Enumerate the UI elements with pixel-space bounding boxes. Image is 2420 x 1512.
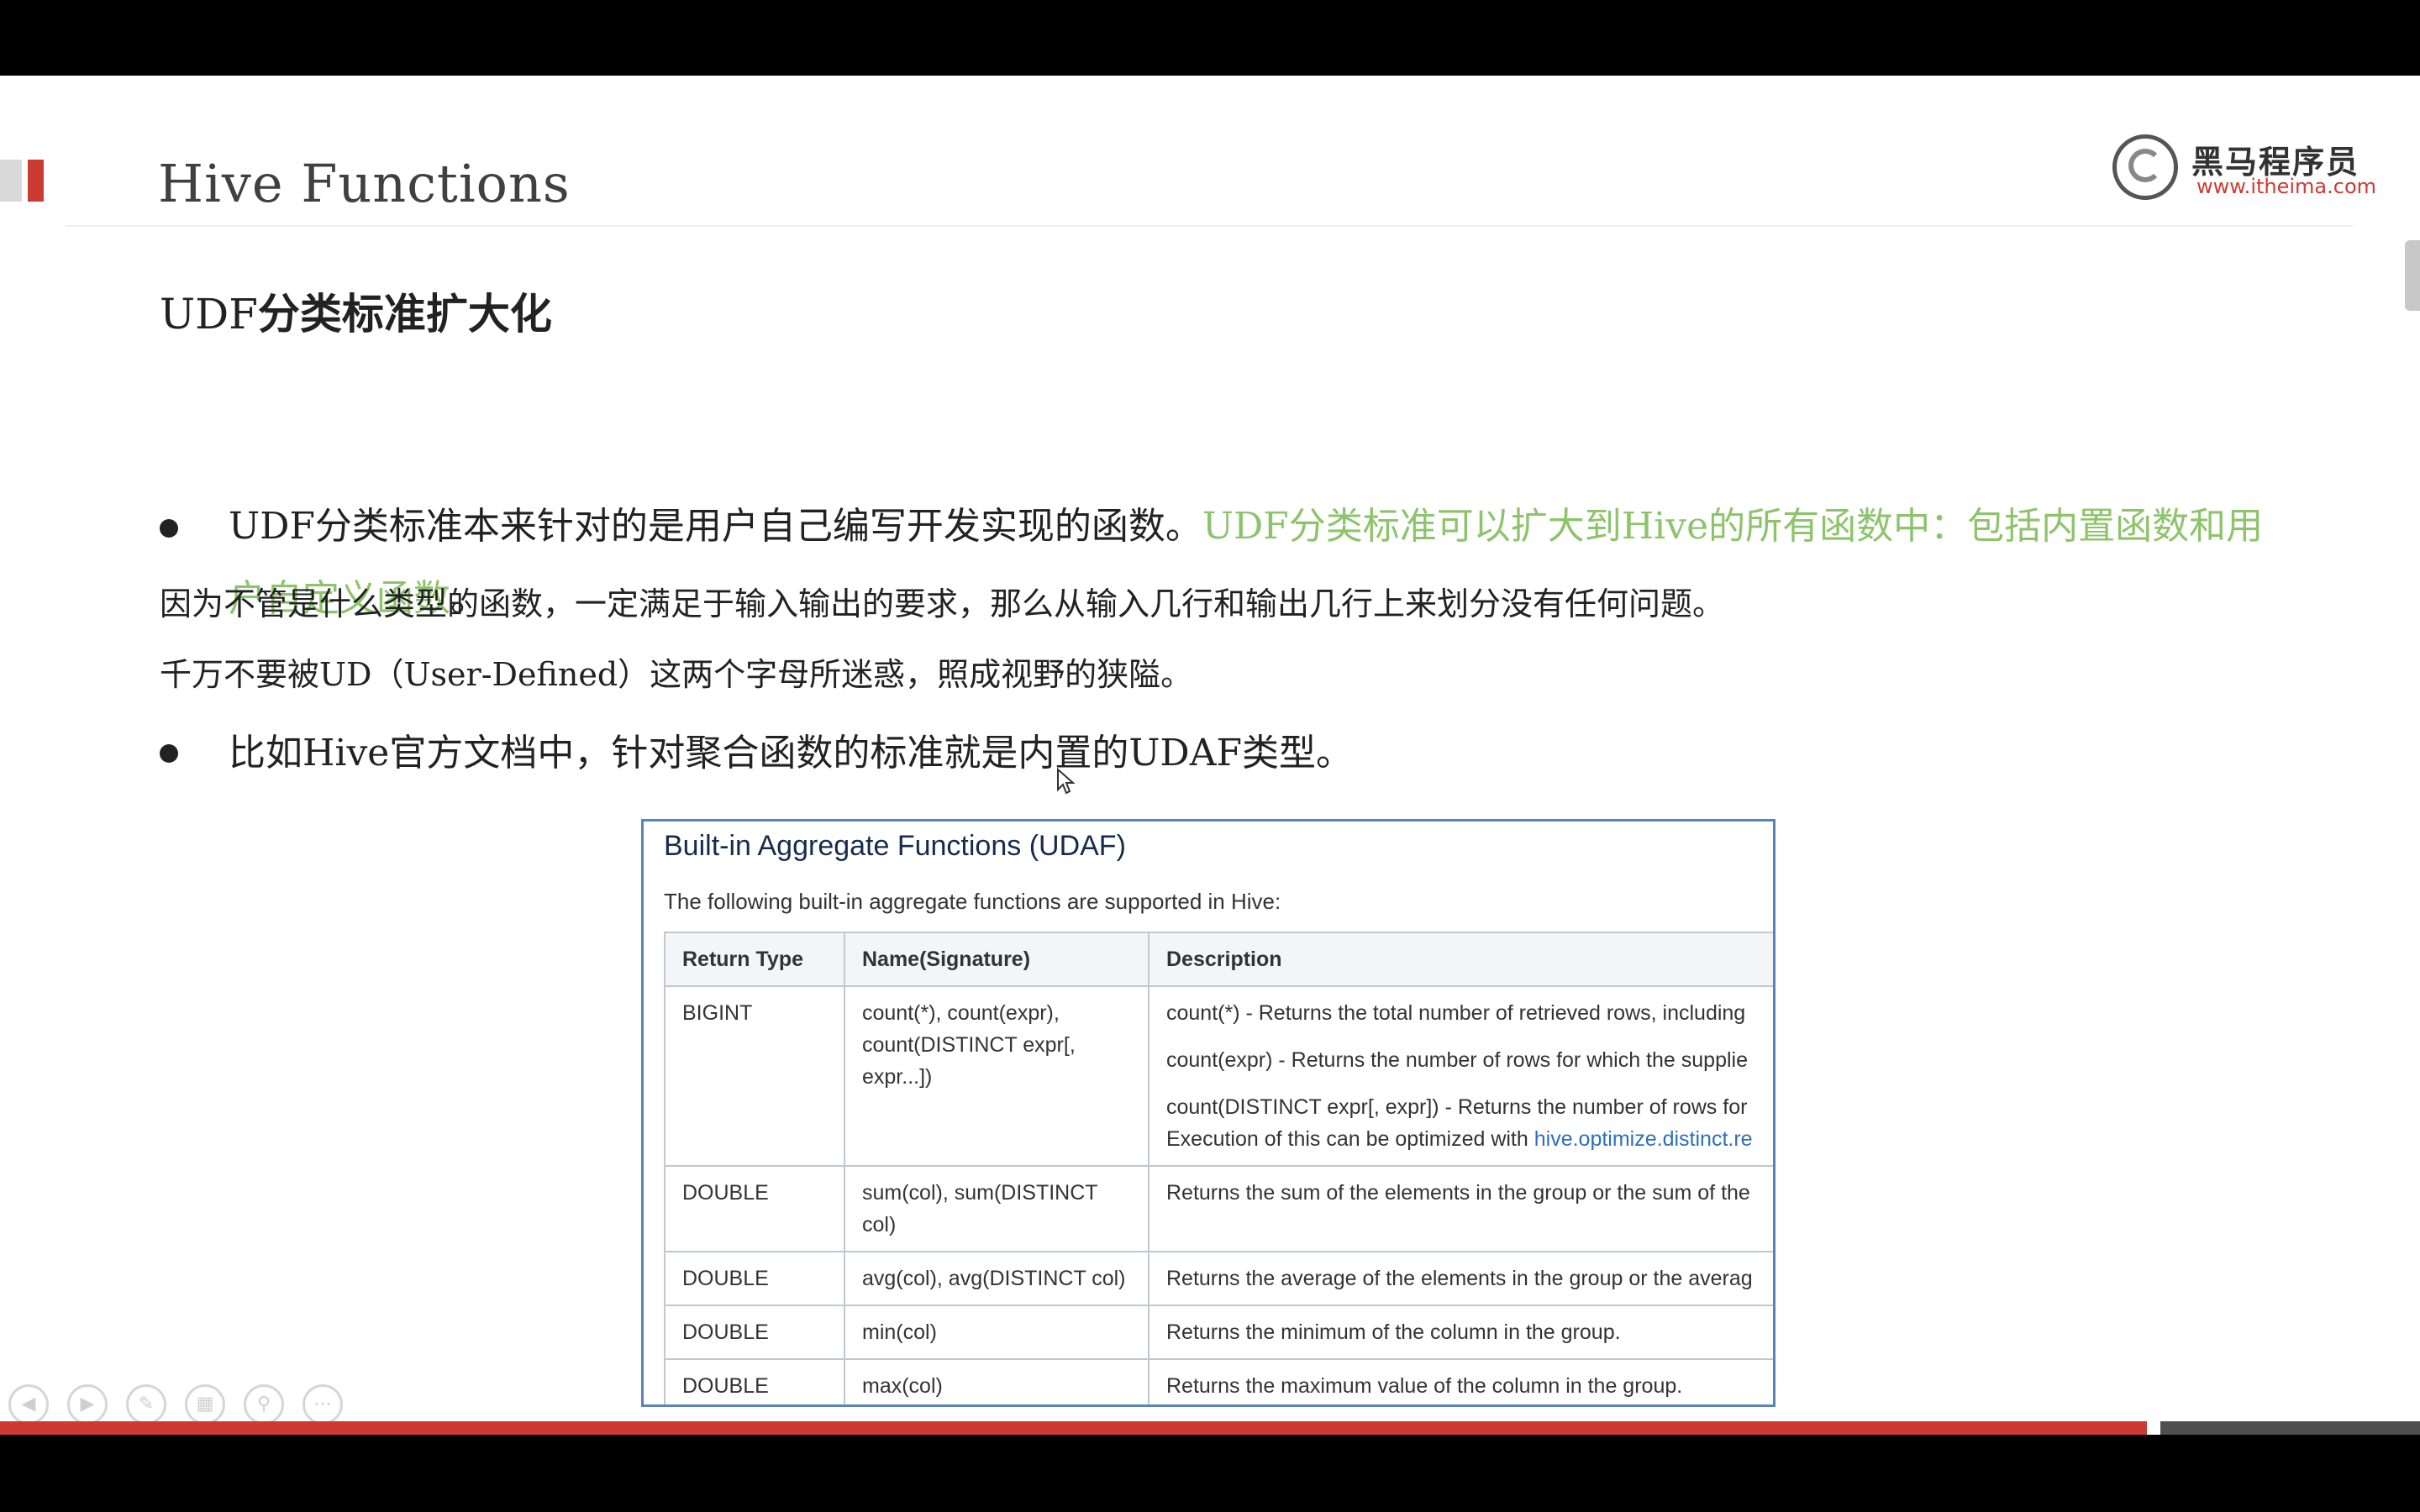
brand-logo: 黑马程序员 www.itheima.com (2107, 128, 2376, 205)
cell-return-type: DOUBLE (664, 1165, 845, 1252)
udaf-panel-title: Built-in Aggregate Functions (UDAF) (664, 830, 1126, 862)
table-row: BIGINT count(*), count(expr), count(DIST… (664, 985, 1773, 1167)
zoom-icon[interactable]: ⚲ (244, 1384, 284, 1425)
cell-description: Returns the average of the elements in t… (1148, 1251, 1773, 1306)
bullet-2-udaf: UDAF (1128, 732, 1243, 774)
slide: Hive Functions 黑马程序员 www.itheima.com UDF… (0, 76, 2420, 1435)
table-row: DOUBLE avg(col), avg(DISTINCT col) Retur… (664, 1251, 1773, 1306)
cell-description: count(*) - Returns the total number of r… (1148, 985, 1773, 1167)
heading-prefix: UDF (160, 290, 258, 339)
cell-description: Returns the minimum of the column in the… (1148, 1305, 1773, 1360)
udaf-doc-panel: Built-in Aggregate Functions (UDAF) The … (641, 819, 1776, 1407)
udaf-panel-subtitle: The following built-in aggregate functio… (664, 889, 1281, 914)
desc-line: Returns the sum of the elements in the g… (1166, 1181, 1750, 1205)
highlight-hive: Hive (1621, 505, 1709, 548)
bullet-dot (160, 519, 178, 538)
desc-line: Returns the maximum value of the column … (1166, 1374, 1683, 1398)
cell-return-type: DOUBLE (664, 1305, 845, 1360)
desc-text: Execution of this can be optimized with (1166, 1127, 1534, 1151)
line-3-a: 千万不要被 (160, 656, 320, 693)
desc-line: Returns the average of the elements in t… (1166, 1267, 1753, 1290)
desc-line: count(DISTINCT expr[, expr]) - Returns t… (1166, 1095, 1748, 1119)
desc-line: count(*) - Returns the total number of r… (1166, 1001, 1746, 1025)
cell-name: sum(col), sum(DISTINCT col) (844, 1165, 1150, 1252)
cell-description: Returns the sum of the elements in the g… (1148, 1165, 1773, 1252)
cell-return-type: DOUBLE (664, 1358, 845, 1404)
title-accent-red (28, 160, 44, 202)
cell-return-type: BIGINT (664, 985, 845, 1167)
more-icon[interactable]: ⋯ (302, 1384, 343, 1425)
logo-emblem-icon (2112, 134, 2178, 200)
bullet-2-e: 类型。 (1242, 732, 1354, 774)
cell-name: max(col) (844, 1358, 1150, 1404)
table-header-row: Return Type Name(Signature) Description (664, 932, 1773, 987)
table-row: DOUBLE max(col) Returns the maximum valu… (664, 1358, 1773, 1404)
cell-return-type: DOUBLE (664, 1251, 845, 1306)
cell-description: Returns the maximum value of the column … (1148, 1358, 1773, 1404)
line-3-paren-open: （ (371, 656, 404, 693)
line-3: 千万不要被UD（User-Defined）这两个字母所迷惑，照成视野的狭隘。 (160, 648, 1192, 695)
highlight-text-1: 分类标准可以扩大到 (1288, 505, 1622, 548)
slide-title: Hive Functions (158, 153, 571, 214)
bullet-2-a: 比如 (229, 732, 302, 774)
header-return-type: Return Type (664, 932, 845, 987)
logo-url: www.itheima.com (2196, 175, 2377, 198)
back-icon[interactable]: ◀ (8, 1384, 49, 1425)
slide-progress-bar[interactable] (0, 1421, 2420, 1435)
cell-name: min(col) (844, 1305, 1150, 1360)
header-name-signature: Name(Signature) (844, 932, 1150, 987)
bottom-letterbox (0, 1435, 2420, 1512)
title-accent-gray (0, 160, 22, 202)
header-description: Description (1148, 932, 1773, 987)
table-row: DOUBLE min(col) Returns the minimum of t… (664, 1305, 1773, 1360)
bullet-2-hive: Hive (302, 732, 390, 774)
bullet-1-text: 分类标准本来针对的是用户自己编写开发实现的函数。 (314, 505, 1202, 548)
top-letterbox (0, 0, 2420, 76)
line-3-user-defined: User-Defined (403, 656, 618, 693)
slides-icon[interactable]: ▦ (185, 1384, 225, 1425)
table-row: DOUBLE sum(col), sum(DISTINCT col) Retur… (664, 1165, 1773, 1252)
cell-name: avg(col), avg(DISTINCT col) (844, 1251, 1150, 1306)
side-scroll-handle[interactable] (2405, 240, 2420, 311)
highlight-udf: UDF (1202, 505, 1289, 548)
title-divider (66, 225, 2353, 227)
udaf-table: Return Type Name(Signature) Description … (664, 932, 1773, 1404)
line-3-ud: UD (319, 656, 372, 693)
bullet-dot (160, 744, 178, 763)
desc-line-with-link: Execution of this can be optimized with … (1166, 1123, 1773, 1155)
slide-progress-fill (0, 1421, 2147, 1435)
pen-icon[interactable]: ✎ (126, 1384, 166, 1425)
desc-line: count(expr) - Returns the number of rows… (1166, 1048, 1748, 1072)
line-2: 因为不管是什么类型的函数，一定满足于输入输出的要求，那么从输入几行和输出几行上来… (160, 585, 1725, 622)
forward-icon[interactable]: ▶ (67, 1384, 108, 1425)
hive-optimize-link[interactable]: hive.optimize.distinct.re (1534, 1127, 1753, 1151)
section-heading: UDF分类标准扩大化 (160, 281, 552, 341)
cell-name: count(*), count(expr), count(DISTINCT ex… (844, 985, 1150, 1167)
slide-progress-marker (2147, 1421, 2160, 1435)
heading-rest: 分类标准扩大化 (257, 290, 552, 339)
bullet-2-c: 官方文档中，针对聚合函数的标准就是内置的 (389, 732, 1129, 774)
line-3-rest: ）这两个字母所迷惑，照成视野的狭隘。 (618, 656, 1193, 693)
bullet-2: 比如Hive官方文档中，针对聚合函数的标准就是内置的UDAF类型。 (229, 717, 2270, 790)
desc-line: Returns the minimum of the column in the… (1166, 1320, 1621, 1344)
bullet-1-udf: UDF (229, 505, 315, 548)
